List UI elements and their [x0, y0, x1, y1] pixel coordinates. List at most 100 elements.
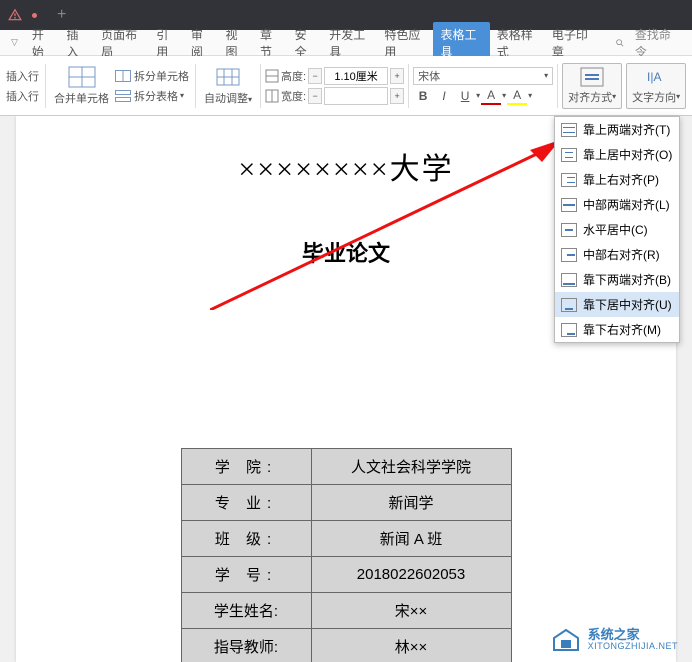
align-mid-justify[interactable]: 中部两端对齐(L) — [555, 192, 679, 217]
new-tab-button[interactable]: + — [57, 6, 66, 24]
table-row: 学生姓名:宋×× — [181, 593, 511, 629]
table-cell-value[interactable]: 林×× — [311, 629, 511, 662]
bold-button[interactable]: B — [413, 87, 433, 105]
split-cells-icon — [115, 70, 131, 82]
ribbon-separator — [408, 64, 409, 108]
menu-page-layout[interactable]: 页面布局 — [94, 26, 149, 60]
menu-view[interactable]: 视图 — [218, 26, 253, 60]
width-label: 宽度: — [281, 88, 306, 104]
menu-insert[interactable]: 插入 — [60, 26, 95, 60]
row-height-input[interactable] — [324, 67, 388, 85]
table-cell-label[interactable]: 指导教师: — [181, 629, 311, 662]
auto-fit-icon — [214, 66, 242, 88]
font-group: 宋体 ▾ B I U ▾ A ▾ A ▾ — [413, 67, 553, 105]
split-table-icon — [115, 90, 131, 102]
merge-cells-icon — [68, 66, 96, 88]
height-decrease[interactable]: − — [308, 68, 322, 84]
align-mid-right[interactable]: 中部右对齐(R) — [555, 242, 679, 267]
table-cell-value[interactable]: 新闻学 — [311, 485, 511, 521]
align-top-justify-icon — [561, 123, 577, 137]
dropdown-label: 靠上右对齐(P) — [583, 171, 659, 188]
table-cell-value[interactable]: 2018022602053 — [311, 557, 511, 593]
align-top-right-icon — [561, 173, 577, 187]
menu-start[interactable]: 开始 — [25, 26, 60, 60]
table-cell-value[interactable]: 人文社会科学学院 — [311, 449, 511, 485]
align-group: 对齐方式▾ I|A 文字方向▾ — [562, 63, 686, 109]
align-bot-center-icon — [561, 298, 577, 312]
chevron-down-icon: ▾ — [528, 91, 532, 100]
command-search[interactable]: 查找命令 — [608, 26, 688, 60]
watermark: 系统之家 XITONGZHIJIA.NET — [552, 628, 678, 652]
menu-references[interactable]: 引用 — [149, 26, 184, 60]
text-direction-icon: I|A — [644, 67, 668, 87]
chevron-down-icon: ▾ — [544, 71, 548, 80]
merge-cells-label: 合并单元格 — [54, 90, 109, 106]
menu-special[interactable]: 特色应用 — [377, 26, 432, 60]
ribbon-separator — [45, 64, 46, 108]
font-color-button[interactable]: A — [481, 87, 501, 105]
file-menu-arrow[interactable]: ▽ — [4, 37, 25, 48]
table-cell-label[interactable]: 学 号: — [181, 557, 311, 593]
table-cell-label[interactable]: 学 院: — [181, 449, 311, 485]
dropdown-label: 靠下居中对齐(U) — [583, 296, 672, 313]
insert-row-button-2[interactable]: 插入行 — [4, 87, 41, 105]
underline-button[interactable]: U — [455, 87, 475, 105]
text-direction-button[interactable]: I|A 文字方向▾ — [626, 63, 686, 109]
split-cells-label: 拆分单元格 — [134, 68, 189, 84]
table-row: 学 号:2018022602053 — [181, 557, 511, 593]
align-top-center[interactable]: 靠上居中对齐(O) — [555, 142, 679, 167]
watermark-en: XITONGZHIJIA.NET — [588, 642, 678, 652]
ribbon-toolbar: 插入行 插入行 合并单元格 拆分单元格 拆分表格 ▾ 自动调整▾ 高度: − + — [0, 56, 692, 116]
table-cell-label[interactable]: 学生姓名: — [181, 593, 311, 629]
menu-review[interactable]: 审阅 — [184, 26, 219, 60]
insert-row-button[interactable]: 插入行 — [4, 67, 41, 85]
align-top-center-icon — [561, 148, 577, 162]
align-bot-justify[interactable]: 靠下两端对齐(B) — [555, 267, 679, 292]
table-cell-value[interactable]: 宋×× — [311, 593, 511, 629]
font-family-select[interactable]: 宋体 ▾ — [413, 67, 553, 85]
split-cells-button[interactable]: 拆分单元格 — [113, 67, 191, 85]
app-warning-icon — [8, 8, 22, 22]
auto-fit-label: 自动调整▾ — [204, 90, 252, 106]
width-increase[interactable]: + — [390, 88, 404, 104]
dropdown-label: 中部右对齐(R) — [583, 246, 660, 263]
info-table[interactable]: 学 院:人文社会科学学院 专 业:新闻学 班 级:新闻 A 班 学 号:2018… — [181, 448, 512, 662]
align-mode-button[interactable]: 对齐方式▾ — [562, 63, 622, 109]
text-dir-label: 文字方向▾ — [632, 89, 680, 105]
table-row: 班 级:新闻 A 班 — [181, 521, 511, 557]
align-bot-justify-icon — [561, 273, 577, 287]
table-cell-value[interactable]: 新闻 A 班 — [311, 521, 511, 557]
width-decrease[interactable]: − — [308, 88, 322, 104]
align-icon — [580, 67, 604, 87]
highlight-button[interactable]: A — [507, 87, 527, 105]
align-top-right[interactable]: 靠上右对齐(P) — [555, 167, 679, 192]
table-cell-label[interactable]: 专 业: — [181, 485, 311, 521]
menu-devtools[interactable]: 开发工具 — [322, 26, 377, 60]
col-width-input[interactable] — [324, 87, 388, 105]
dropdown-label: 靠上居中对齐(O) — [583, 146, 672, 163]
menu-esignature[interactable]: 电子印章 — [545, 26, 600, 60]
svg-text:I|A: I|A — [647, 70, 661, 84]
height-increase[interactable]: + — [390, 68, 404, 84]
align-mid-center-icon — [561, 223, 577, 237]
table-row: 学 院:人文社会科学学院 — [181, 449, 511, 485]
italic-button[interactable]: I — [434, 87, 454, 105]
table-row: 专 业:新闻学 — [181, 485, 511, 521]
ribbon-separator — [260, 64, 261, 108]
chevron-down-icon: ▾ — [180, 91, 184, 100]
menu-chapter[interactable]: 章节 — [253, 26, 288, 60]
watermark-logo-icon — [552, 628, 580, 652]
menu-security[interactable]: 安全 — [288, 26, 323, 60]
align-top-justify[interactable]: 靠上两端对齐(T) — [555, 117, 679, 142]
align-mid-center[interactable]: 水平居中(C) — [555, 217, 679, 242]
dropdown-label: 中部两端对齐(L) — [583, 196, 670, 213]
menu-table-style[interactable]: 表格样式 — [490, 26, 545, 60]
align-bot-right[interactable]: 靠下右对齐(M) — [555, 317, 679, 342]
auto-fit-button[interactable]: 自动调整▾ — [200, 64, 256, 108]
table-cell-label[interactable]: 班 级: — [181, 521, 311, 557]
ribbon-separator — [195, 64, 196, 108]
font-name-value: 宋体 — [418, 68, 440, 84]
merge-cells-button[interactable]: 合并单元格 — [50, 64, 113, 108]
split-table-button[interactable]: 拆分表格 ▾ — [113, 87, 191, 105]
align-bot-center[interactable]: 靠下居中对齐(U) — [555, 292, 679, 317]
